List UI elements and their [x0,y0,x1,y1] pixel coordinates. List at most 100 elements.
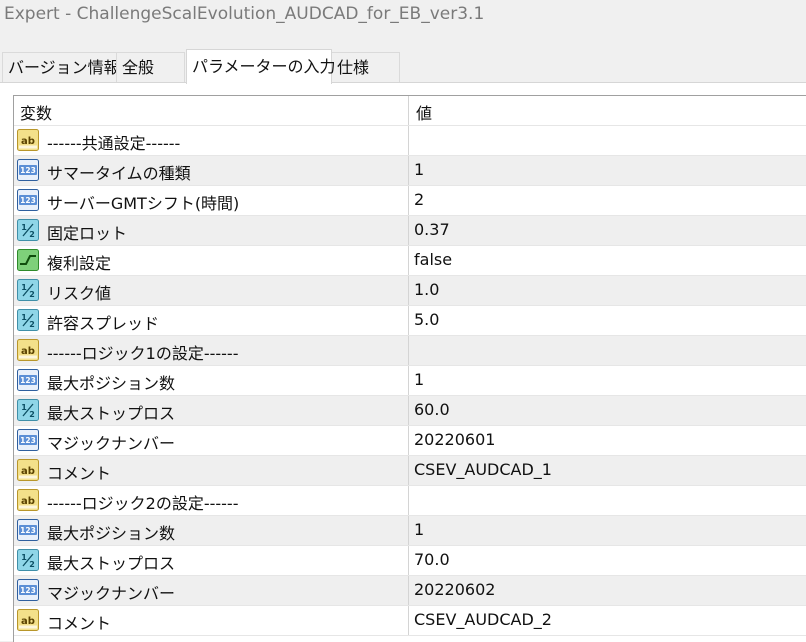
svg-text:123: 123 [20,376,36,385]
parameter-value-cell[interactable]: 1 [409,366,806,395]
svg-text:ab: ab [21,136,35,147]
window-title: Expert - ChallengeScalEvolution_AUDCAD_f… [4,4,485,24]
double-half-icon: 12 [17,399,39,421]
parameter-row[interactable]: 1 2 リスク値 1.0 [14,276,806,306]
svg-text:123: 123 [20,166,36,175]
parameter-row[interactable]: 1 2 固定ロット 0.37 [14,216,806,246]
svg-text:123: 123 [20,526,36,535]
parameter-value-cell[interactable]: 20220601 [409,426,806,455]
parameter-row[interactable]: ab コメント CSEV_AUDCAD_2 [14,606,806,636]
parameter-name-cell[interactable]: ab ------ロジック2の設定------ [14,486,409,515]
parameter-name-cell[interactable]: 1 2 最大ストップロス [14,546,409,575]
parameter-name: 最大ポジション数 [47,524,176,543]
parameter-name-cell[interactable]: 123 最大ポジション数 [14,516,409,545]
parameter-value: 20220601 [414,430,496,449]
parameter-row[interactable]: 123 サーバーGMTシフト(時間) 2 [14,186,806,216]
header-value-cell[interactable]: 値 [409,96,806,125]
svg-text:ab: ab [21,346,35,357]
parameter-value: 60.0 [414,400,450,419]
parameter-value-cell[interactable]: 60.0 [409,396,806,425]
parameter-row[interactable]: 123 マジックナンバー 20220602 [14,576,806,606]
parameter-name-cell[interactable]: 1 2 固定ロット [14,216,409,245]
svg-text:1: 1 [21,313,27,322]
parameter-name-cell[interactable]: ab コメント [14,606,409,635]
tab-general[interactable]: 全般 [116,52,185,82]
parameter-value: 1 [414,370,425,389]
parameter-name-cell[interactable]: 1 2 リスク値 [14,276,409,305]
parameter-name: 許容スプレッド [47,314,160,333]
parameter-value-cell[interactable] [409,486,806,515]
tab-bar: バージョン情報 全般 パラメーターの入力 仕様 [0,49,806,84]
header-value-label: 値 [416,104,433,123]
parameter-value: CSEV_AUDCAD_2 [414,610,552,629]
header-variable-label: 変数 [20,104,53,123]
integer-123-icon: 123 [17,519,39,541]
svg-text:123: 123 [20,196,36,205]
parameter-value-cell[interactable]: 5.0 [409,306,806,335]
parameter-name-cell[interactable]: 複利設定 [14,246,409,275]
parameter-name: サーバーGMTシフト(時間) [47,194,240,213]
parameter-name: マジックナンバー [47,434,176,453]
parameter-name-cell[interactable]: ab ------共通設定------ [14,126,409,155]
parameter-value-cell[interactable]: 2 [409,186,806,215]
double-half-icon: 12 [17,219,39,241]
window-titlebar: Expert - ChallengeScalEvolution_AUDCAD_f… [0,0,806,34]
parameter-value-cell[interactable] [409,336,806,365]
parameter-value-cell[interactable]: false [409,246,806,275]
svg-text:2: 2 [29,320,35,329]
parameter-value-cell[interactable]: CSEV_AUDCAD_1 [409,456,806,485]
parameter-name: サマータイムの種類 [47,164,191,183]
parameter-value-cell[interactable] [409,126,806,155]
parameter-row[interactable]: ab ------ロジック1の設定------ [14,336,806,366]
parameter-name-cell[interactable]: 123 サマータイムの種類 [14,156,409,185]
tab-specification[interactable]: 仕様 [331,52,400,82]
integer-123-icon: 123 [17,159,39,181]
parameter-name-cell[interactable]: 123 サーバーGMTシフト(時間) [14,186,409,215]
parameter-value-cell[interactable]: 0.37 [409,216,806,245]
parameter-row[interactable]: ab ------共通設定------ [14,126,806,156]
parameter-name-cell[interactable]: 123 マジックナンバー [14,576,409,605]
parameter-value-cell[interactable]: 1.0 [409,276,806,305]
parameter-name: 最大ストップロス [47,404,176,423]
svg-text:ab: ab [21,616,35,627]
header-variable-cell[interactable]: 変数 [14,96,409,125]
parameter-value-cell[interactable]: 1 [409,516,806,545]
parameter-row[interactable]: 1 2 最大ストップロス 70.0 [14,546,806,576]
parameter-value: 20220602 [414,580,496,599]
parameter-name: ------ロジック1の設定------ [47,344,239,363]
svg-text:ab: ab [21,496,35,507]
parameter-name: 固定ロット [47,224,128,243]
parameter-row[interactable]: 123 マジックナンバー 20220601 [14,426,806,456]
string-ab-icon: ab [17,459,39,481]
parameter-value-cell[interactable]: 70.0 [409,546,806,575]
parameter-name-cell[interactable]: ab コメント [14,456,409,485]
parameter-row[interactable]: 123 最大ポジション数 1 [14,516,806,546]
parameter-row[interactable]: ab ------ロジック2の設定------ [14,486,806,516]
parameter-value-cell[interactable]: 20220602 [409,576,806,605]
grid-header: 変数 値 [14,96,806,126]
parameter-name-cell[interactable]: 123 マジックナンバー [14,426,409,455]
svg-text:1: 1 [21,223,27,232]
tab-input-parameters[interactable]: パラメーターの入力 [186,49,336,84]
parameter-name-cell[interactable]: ab ------ロジック1の設定------ [14,336,409,365]
parameter-row[interactable]: 123 サマータイムの種類 1 [14,156,806,186]
parameter-row[interactable]: 複利設定 false [14,246,806,276]
tab-label: パラメーターの入力 [192,57,336,76]
parameter-name-cell[interactable]: 1 2 最大ストップロス [14,396,409,425]
parameters-grid[interactable]: 変数 値 ab ------共通設定------ 123 サマータイムの種類 1 123 サ… [13,95,806,642]
svg-text:2: 2 [29,230,35,239]
parameter-name-cell[interactable]: 123 最大ポジション数 [14,366,409,395]
parameter-row[interactable]: ab コメント CSEV_AUDCAD_1 [14,456,806,486]
tab-label: バージョン情報 [8,58,120,77]
double-half-icon: 12 [17,549,39,571]
parameter-row[interactable]: 1 2 最大ストップロス 60.0 [14,396,806,426]
parameter-value-cell[interactable]: 1 [409,156,806,185]
parameter-value: 2 [414,190,425,209]
parameter-value-cell[interactable]: CSEV_AUDCAD_2 [409,606,806,635]
parameter-row[interactable]: 123 最大ポジション数 1 [14,366,806,396]
parameter-value: 1.0 [414,280,440,299]
parameter-name: 複利設定 [47,254,112,273]
tab-version-info[interactable]: バージョン情報 [2,52,120,82]
parameter-name-cell[interactable]: 1 2 許容スプレッド [14,306,409,335]
parameter-row[interactable]: 1 2 許容スプレッド 5.0 [14,306,806,336]
